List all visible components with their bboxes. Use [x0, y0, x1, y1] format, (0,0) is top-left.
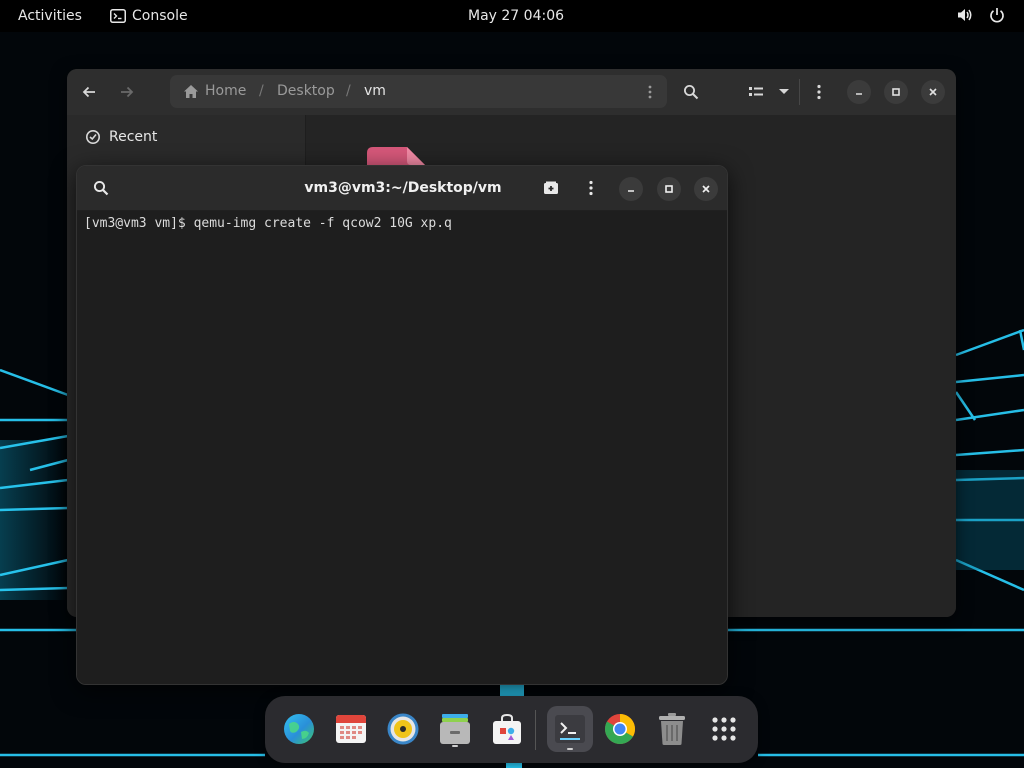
path-separator: / [346, 83, 351, 99]
path-separator: / [259, 83, 264, 99]
minimize-button[interactable] [847, 80, 871, 104]
running-indicator [567, 748, 573, 750]
minimize-icon [628, 190, 634, 192]
browser-icon [284, 714, 314, 744]
forward-button[interactable] [115, 80, 139, 104]
dock-item-browser[interactable] [279, 709, 319, 749]
terminal-close-button[interactable] [694, 177, 718, 201]
trash-icon [659, 713, 685, 745]
maximize-icon [892, 88, 900, 96]
terminal-search-button[interactable] [89, 176, 113, 200]
chevron-down-icon [779, 89, 789, 94]
software-icon [493, 713, 521, 744]
console-app-icon [110, 9, 126, 23]
back-button[interactable] [77, 80, 101, 104]
dock-item-software[interactable] [487, 709, 527, 749]
path-bar[interactable]: Home / Desktop / vm [170, 75, 667, 108]
music-icon [387, 713, 419, 745]
search-icon [93, 180, 109, 196]
terminal-icon [555, 715, 585, 743]
close-icon [702, 185, 710, 193]
system-tray[interactable] [956, 6, 1006, 24]
terminal-maximize-button[interactable] [657, 177, 681, 201]
activities-button[interactable]: Activities [18, 8, 82, 24]
terminal-minimize-button[interactable] [619, 177, 643, 201]
dock-item-calendar[interactable] [331, 709, 371, 749]
terminal-menu-button[interactable] [579, 176, 603, 200]
list-view-icon [749, 87, 763, 96]
running-indicator [452, 745, 458, 747]
dock-item-files[interactable] [435, 709, 475, 749]
sidebar-item-label: Recent [109, 129, 158, 145]
terminal-window[interactable]: vm3@vm3:~/Desktop/vm [vm3@vm3 vm]$ qemu-… [76, 165, 728, 685]
clock-icon [86, 130, 100, 144]
minimize-icon [856, 93, 862, 95]
terminal-prompt: [vm3@vm3 vm]$ [84, 216, 194, 231]
clock[interactable]: May 27 04:06 [468, 8, 564, 24]
app-menu[interactable]: Console [110, 8, 188, 24]
arrow-right-icon [121, 86, 134, 98]
dock-item-chrome[interactable] [600, 709, 640, 749]
close-button[interactable] [921, 80, 945, 104]
new-tab-button[interactable] [539, 176, 563, 200]
chrome-icon [604, 714, 636, 745]
header-divider [799, 79, 800, 105]
sidebar-item-recent[interactable]: Recent [85, 129, 157, 145]
dock-item-music[interactable] [383, 709, 423, 749]
view-options-button[interactable] [772, 80, 796, 104]
home-icon [184, 85, 198, 98]
close-icon [929, 88, 937, 96]
search-icon [684, 85, 699, 100]
kebab-menu-icon [589, 180, 593, 196]
volume-icon[interactable] [956, 6, 974, 24]
path-crumb-vm[interactable]: vm [364, 83, 386, 99]
files-headerbar: Home / Desktop / vm [67, 69, 956, 115]
dock-separator [535, 710, 536, 750]
main-menu-button[interactable] [807, 80, 831, 104]
path-crumb-desktop[interactable]: Desktop [277, 83, 335, 99]
dock-item-terminal[interactable] [547, 706, 593, 752]
maximize-icon [665, 185, 673, 193]
path-crumb-home[interactable]: Home [205, 83, 246, 99]
terminal-command[interactable]: qemu-img create -f qcow2 10G xp.q [194, 216, 452, 231]
view-list-button[interactable] [744, 80, 768, 104]
search-button[interactable] [679, 80, 703, 104]
dock-item-trash[interactable] [652, 709, 692, 749]
arrow-left-icon [82, 86, 95, 98]
terminal-headerbar: vm3@vm3:~/Desktop/vm [77, 166, 727, 211]
kebab-menu-icon [817, 84, 821, 100]
top-bar: Activities Console May 27 04:06 [0, 0, 1024, 32]
new-tab-icon [544, 181, 558, 194]
path-menu-icon[interactable] [648, 84, 652, 100]
maximize-button[interactable] [884, 80, 908, 104]
show-apps-button[interactable] [704, 709, 744, 749]
dock [265, 696, 758, 763]
files-icon [440, 714, 470, 744]
calendar-icon [336, 715, 366, 743]
app-menu-label: Console [132, 8, 188, 24]
app-grid-icon [712, 717, 736, 741]
terminal-output[interactable]: [vm3@vm3 vm]$ qemu-img create -f qcow2 1… [77, 211, 727, 684]
power-icon[interactable] [988, 6, 1006, 24]
